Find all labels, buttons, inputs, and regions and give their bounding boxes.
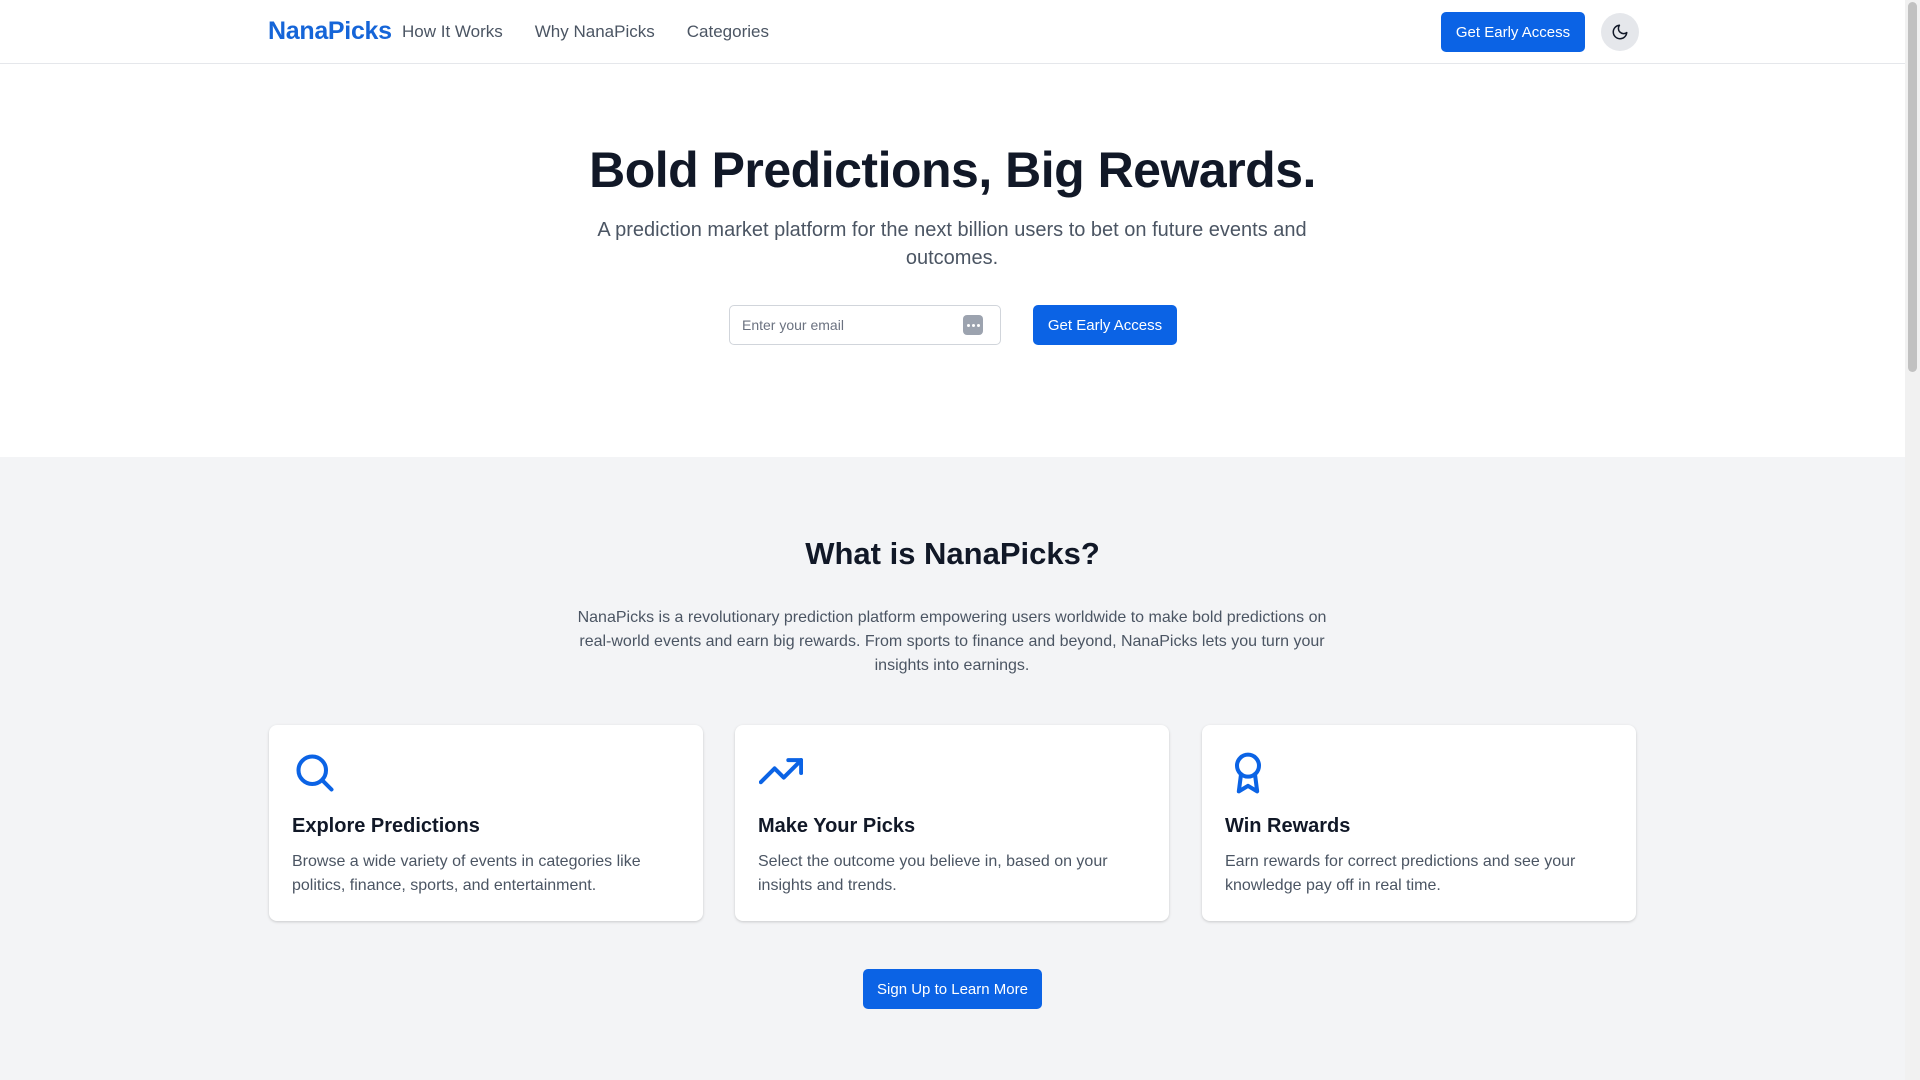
feature-card-title: Make Your Picks xyxy=(758,815,916,837)
moon-icon xyxy=(1612,24,1628,40)
feature-card-picks: Make Your Picks Select the outcome you b… xyxy=(735,725,1169,921)
feature-card-text: Select the outcome you believe in, based… xyxy=(758,853,1108,894)
feature-card-explore: Explore Predictions Browse a wide variet… xyxy=(269,725,703,921)
award-icon xyxy=(1234,752,1262,794)
page-scrollbar[interactable] xyxy=(1905,0,1920,1080)
brand-logo[interactable]: NanaPicks xyxy=(268,17,392,46)
password-manager-icon[interactable] xyxy=(963,315,983,335)
feature-card-text: Browse a wide variety of events in categ… xyxy=(292,853,641,894)
hero-section: Bold Predictions, Big Rewards. A predict… xyxy=(0,65,1905,457)
feature-cards: Explore Predictions Browse a wide variet… xyxy=(269,725,1636,921)
site-header: NanaPicks How It Works Why NanaPicks Cat… xyxy=(0,0,1905,64)
feature-card-text: Earn rewards for correct predictions and… xyxy=(1225,853,1576,894)
feature-card-title: Win Rewards xyxy=(1225,815,1351,837)
main-nav: How It Works Why NanaPicks Categories xyxy=(402,22,769,42)
about-section: What is NanaPicks? NanaPicks is a revolu… xyxy=(0,457,1905,1080)
feature-card-rewards: Win Rewards Earn rewards for correct pre… xyxy=(1202,725,1636,921)
scrollbar-thumb[interactable] xyxy=(1908,2,1917,372)
hero-subtitle: A prediction market platform for the nex… xyxy=(597,219,1307,269)
hero-early-access-button[interactable]: Get Early Access xyxy=(1033,305,1177,345)
theme-toggle-button[interactable] xyxy=(1601,13,1639,51)
header-early-access-button[interactable]: Get Early Access xyxy=(1441,12,1585,52)
about-title: What is NanaPicks? xyxy=(805,536,1100,571)
trending-up-icon xyxy=(759,758,803,785)
search-icon xyxy=(296,754,334,792)
about-description: NanaPicks is a revolutionary prediction … xyxy=(577,609,1327,674)
nav-categories[interactable]: Categories xyxy=(687,22,769,42)
nav-how-it-works[interactable]: How It Works xyxy=(402,22,503,42)
nav-why-nanapicks[interactable]: Why NanaPicks xyxy=(535,22,655,42)
email-input[interactable] xyxy=(730,306,960,344)
email-field-wrapper xyxy=(729,305,1001,345)
feature-card-title: Explore Predictions xyxy=(292,815,480,837)
landing-page: NanaPicks How It Works Why NanaPicks Cat… xyxy=(0,0,1905,1080)
hero-title: Bold Predictions, Big Rewards. xyxy=(589,142,1316,198)
sign-up-learn-more-button[interactable]: Sign Up to Learn More xyxy=(863,969,1042,1009)
